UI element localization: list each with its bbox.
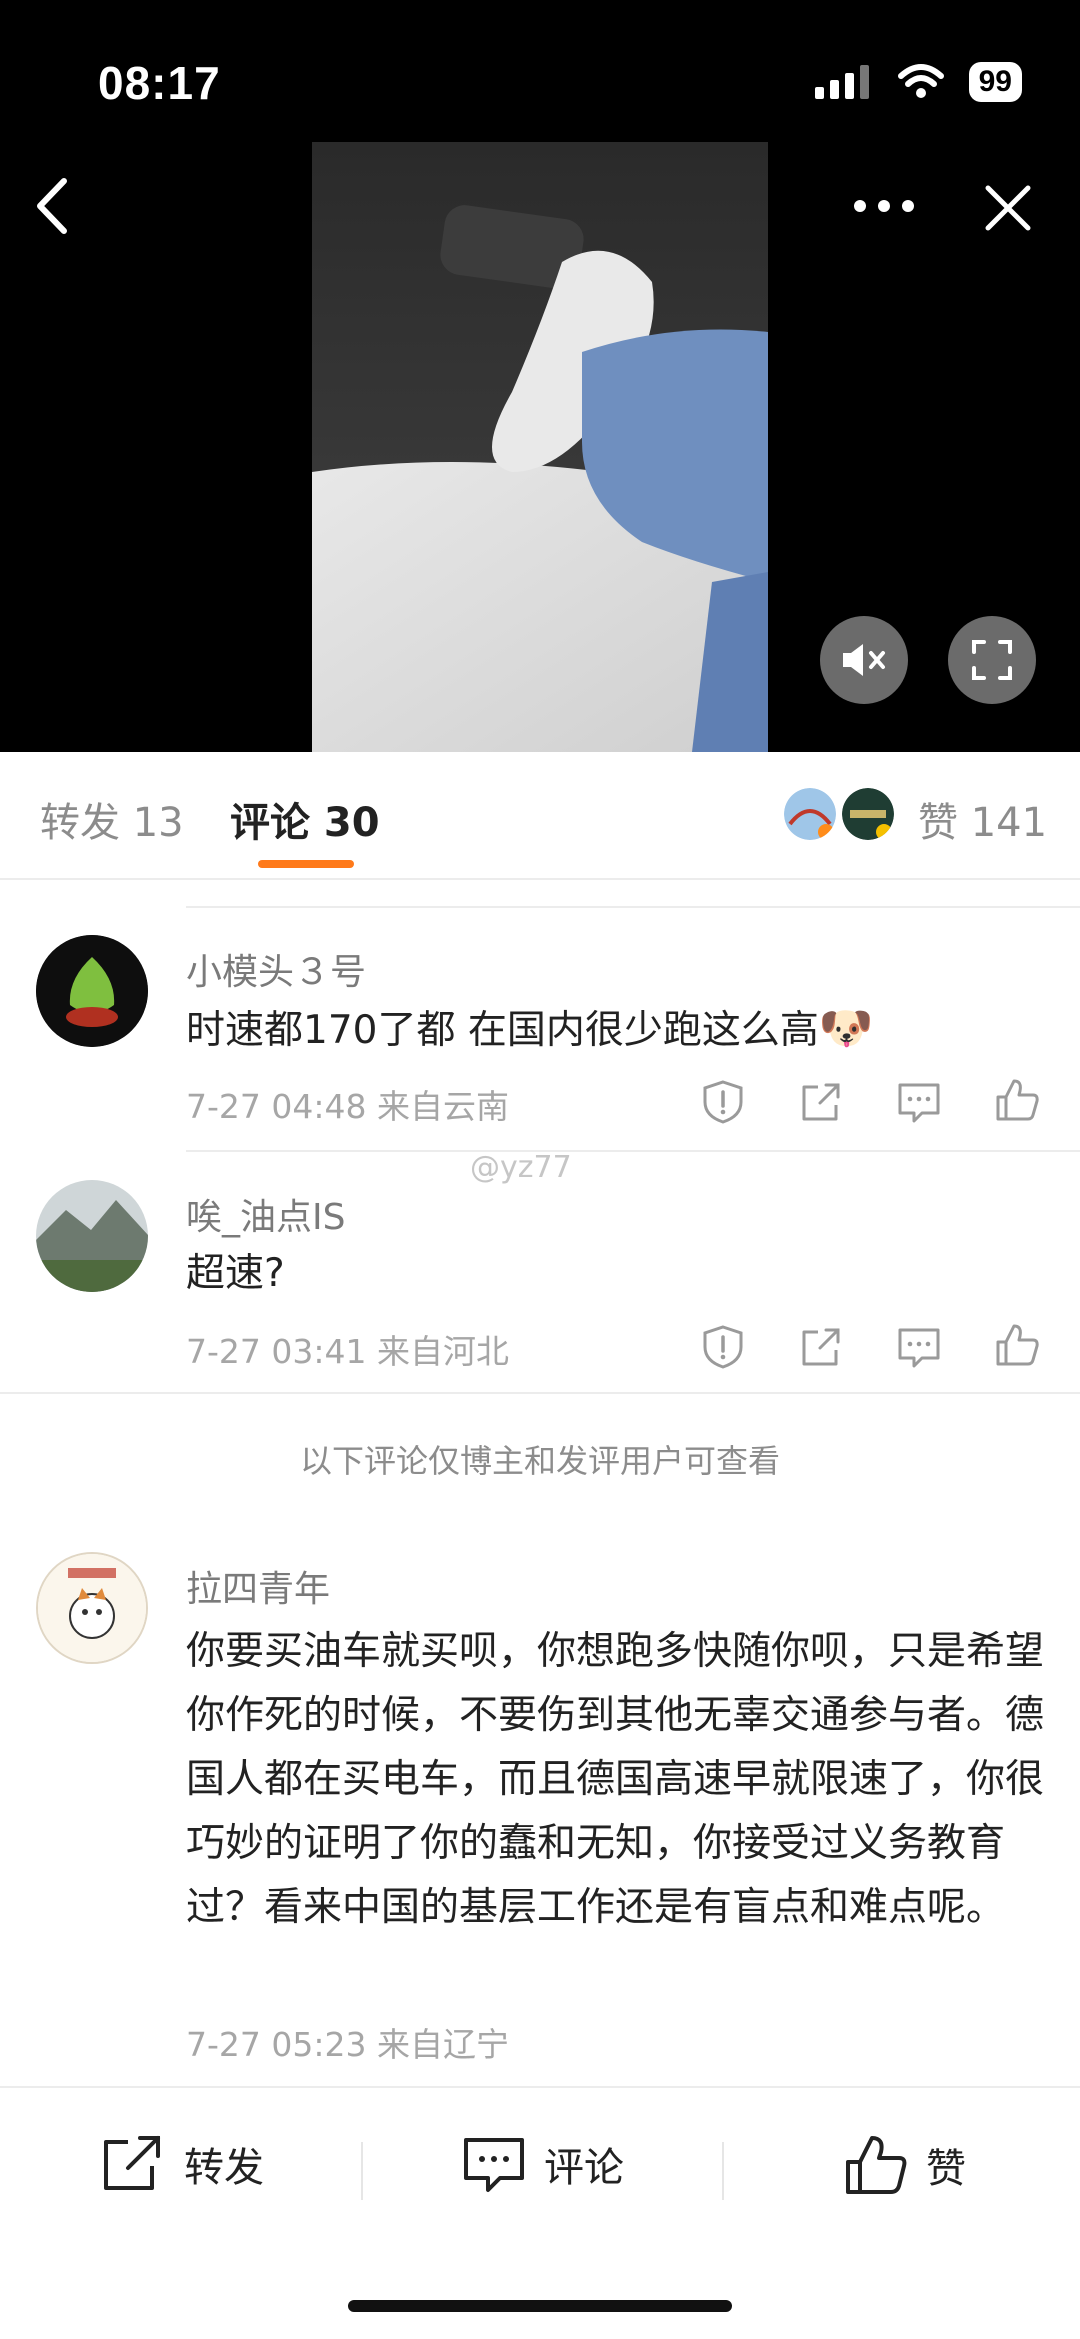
watermark: @yz77 bbox=[470, 1150, 572, 1185]
video-area: 08:17 99 bbox=[0, 0, 1080, 752]
back-icon[interactable] bbox=[30, 175, 74, 237]
comment-text: 你要买油车就买呗，你想跑多快随你呗，只是希望你作死的时候，不要伤到其他无辜交通参… bbox=[186, 1629, 1045, 1930]
liker-avatar-1[interactable] bbox=[784, 788, 836, 840]
video-thumbnail bbox=[312, 142, 768, 752]
like-label: 赞 bbox=[926, 2146, 966, 2192]
battery-indicator: 99 bbox=[968, 62, 1022, 102]
share-icon[interactable] bbox=[798, 1079, 844, 1125]
tab-likes[interactable]: 赞 141 bbox=[918, 790, 1047, 848]
comment-author[interactable]: 唉_油点IS bbox=[186, 1188, 345, 1240]
repost-button[interactable]: 转发 bbox=[100, 2134, 264, 2194]
reply-icon[interactable] bbox=[896, 1324, 942, 1370]
comment-meta: 7-27 03:41 来自河北 bbox=[186, 1332, 509, 1371]
divider bbox=[361, 2142, 363, 2200]
like-icon[interactable] bbox=[994, 1322, 1040, 1368]
comment-label: 评论 bbox=[544, 2145, 624, 2191]
avatar[interactable] bbox=[36, 1180, 148, 1292]
bottom-action-bar: 转发 评论 赞 bbox=[0, 2086, 1080, 2238]
divider bbox=[186, 906, 1080, 908]
active-tab-indicator bbox=[258, 860, 354, 868]
repost-icon bbox=[104, 2136, 160, 2190]
report-icon[interactable] bbox=[700, 1079, 746, 1125]
thumbs-up-icon bbox=[846, 2136, 907, 2194]
mute-button[interactable] bbox=[820, 616, 908, 704]
status-icons: 99 bbox=[814, 62, 1022, 102]
avatar[interactable] bbox=[36, 1552, 148, 1664]
visibility-notice: 以下评论仅博主和发评用户可查看 bbox=[299, 1442, 780, 1480]
share-icon[interactable] bbox=[798, 1324, 844, 1370]
signal-icon bbox=[814, 65, 869, 99]
comment-meta: 7-27 04:48 来自云南 bbox=[186, 1087, 509, 1126]
comment-author[interactable]: 拉四青年 bbox=[186, 1560, 330, 1612]
comment-meta: 7-27 05:23 来自辽宁 bbox=[186, 2025, 509, 2064]
liker-avatar-2[interactable] bbox=[842, 788, 894, 840]
home-indicator bbox=[348, 2300, 732, 2312]
report-icon[interactable] bbox=[700, 1324, 746, 1370]
divider bbox=[186, 1150, 1080, 1152]
status-time: 08:17 bbox=[98, 57, 221, 109]
avatar-image bbox=[36, 935, 148, 1047]
like-button[interactable]: 赞 bbox=[844, 2134, 966, 2196]
tab-comments[interactable]: 评论 30 bbox=[230, 790, 380, 848]
dog-emoji-icon: 🐶 bbox=[818, 1003, 874, 1054]
comment-text: 超速? bbox=[186, 1251, 285, 1296]
muted-speaker-icon bbox=[843, 644, 885, 676]
comment-button[interactable]: 评论 bbox=[462, 2134, 624, 2194]
like-icon[interactable] bbox=[994, 1077, 1040, 1123]
divider bbox=[0, 1392, 1080, 1394]
repost-label: 转发 bbox=[184, 2145, 264, 2191]
fullscreen-icon bbox=[972, 640, 1012, 680]
fullscreen-button[interactable] bbox=[948, 616, 1036, 704]
reply-icon[interactable] bbox=[896, 1079, 942, 1125]
comment-icon bbox=[464, 2138, 524, 2192]
close-icon[interactable] bbox=[984, 184, 1032, 232]
video-frame[interactable] bbox=[312, 142, 768, 752]
avatar-image bbox=[38, 1554, 146, 1662]
avatar-image bbox=[36, 1180, 148, 1292]
more-icon[interactable] bbox=[852, 192, 916, 220]
comment-author[interactable]: 小模头３号 bbox=[186, 943, 366, 995]
tab-bar: 转发 13 评论 30 赞 141 bbox=[0, 752, 1080, 880]
divider bbox=[722, 2142, 724, 2200]
avatar[interactable] bbox=[36, 935, 148, 1047]
tab-repost[interactable]: 转发 13 bbox=[40, 790, 184, 848]
wifi-icon bbox=[897, 64, 944, 98]
comment-text: 时速都170了都 在国内很少跑这么高🐶 bbox=[186, 997, 1046, 1063]
comment-text-body: 时速都170了都 在国内很少跑这么高 bbox=[186, 1008, 819, 1053]
